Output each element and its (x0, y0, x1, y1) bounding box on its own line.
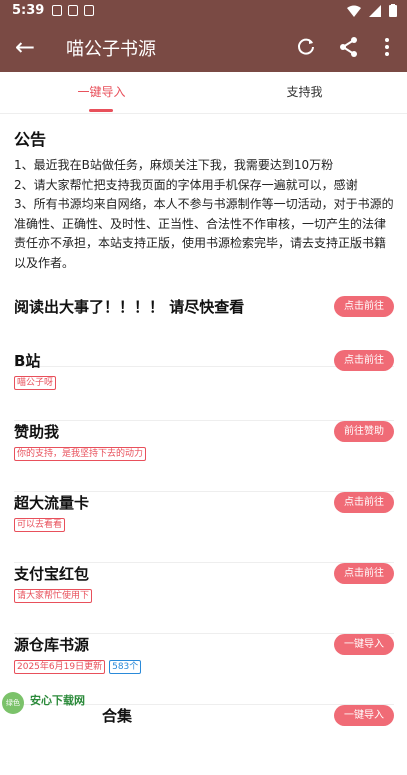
list-item[interactable]: 赞助我 你的支持，是我坚持下去的动力 前往赞助 (14, 421, 394, 492)
page-title: 喵公子书源 (66, 39, 156, 60)
list-item[interactable]: 支付宝红包 请大家帮忙使用下 点击前往 (14, 563, 394, 634)
notice-line: 3、所有书源均来自网络，本人不参与书源制作等一切活动，对于书源的准确性、正确性、… (14, 197, 394, 270)
go-button[interactable]: 点击前往 (334, 296, 394, 317)
item-title: 支付宝红包 (14, 565, 90, 583)
import-button[interactable]: 一键导入 (334, 705, 394, 726)
notice-line: 1、最近我在B站做任务，麻烦关注下我，我需要达到10万粉 (14, 158, 334, 172)
tab-import[interactable]: 一键导入 (0, 72, 203, 113)
item-title: 阅读出大事了！！！！ 请尽快查看 (14, 298, 245, 316)
item-title: 赞助我 (14, 423, 60, 441)
tab-indicator (89, 109, 113, 112)
item-tag: 可以去看看 (14, 518, 66, 532)
import-button[interactable]: 一键导入 (334, 634, 394, 655)
item-tag: 你的支持，是我坚持下去的动力 (14, 447, 147, 461)
status-time: 5:39 (12, 3, 45, 18)
wifi-icon (347, 5, 361, 17)
notification-icon (68, 5, 78, 16)
status-bar: 5:39 (0, 0, 407, 22)
go-button[interactable]: 点击前往 (334, 350, 394, 371)
sponsor-button[interactable]: 前往赞助 (334, 421, 394, 442)
app-bar: ← 喵公子书源 (0, 22, 407, 72)
item-tag: 2025年6月19日更新 (14, 660, 106, 674)
more-vert-icon[interactable] (375, 35, 399, 59)
list-item[interactable]: 超大流量卡 可以去看看 点击前往 (14, 492, 394, 563)
refresh-icon[interactable] (294, 35, 318, 59)
item-title: 源仓库书源 (14, 636, 90, 654)
list-item[interactable]: B站 喵公子呀 点击前往 (14, 350, 394, 421)
watermark-text: 安心下载网 (30, 694, 85, 707)
go-button[interactable]: 点击前往 (334, 563, 394, 584)
tab-bar: 一键导入 支持我 (0, 72, 407, 114)
item-tag: 喵公子呀 (14, 376, 57, 390)
share-icon[interactable] (337, 35, 361, 59)
item-tag: 请大家帮忙使用下 (14, 589, 93, 603)
back-arrow-icon[interactable]: ← (12, 34, 38, 60)
notification-icon (84, 5, 94, 16)
go-button[interactable]: 点击前往 (334, 492, 394, 513)
watermark-logo-icon: 绿色 (2, 692, 24, 714)
notice-line: 2、请大家帮忙把支持我页面的字体用手机保存一遍就可以，感谢 (14, 177, 358, 192)
notice-title: 公告 (14, 130, 47, 149)
battery-icon (389, 4, 397, 17)
tab-support[interactable]: 支持我 (203, 72, 406, 113)
notice-section: 公告 1、最近我在B站做任务，麻烦关注下我，我需要达到10万粉 2、请大家帮忙把… (14, 126, 394, 273)
notification-icon (52, 5, 62, 16)
item-title: B站 (14, 352, 41, 370)
watermark: 绿色 安心下载网 (0, 690, 120, 725)
count-tag: 583个 (109, 660, 142, 674)
signal-icon (369, 4, 381, 17)
item-title: 超大流量卡 (14, 494, 90, 512)
